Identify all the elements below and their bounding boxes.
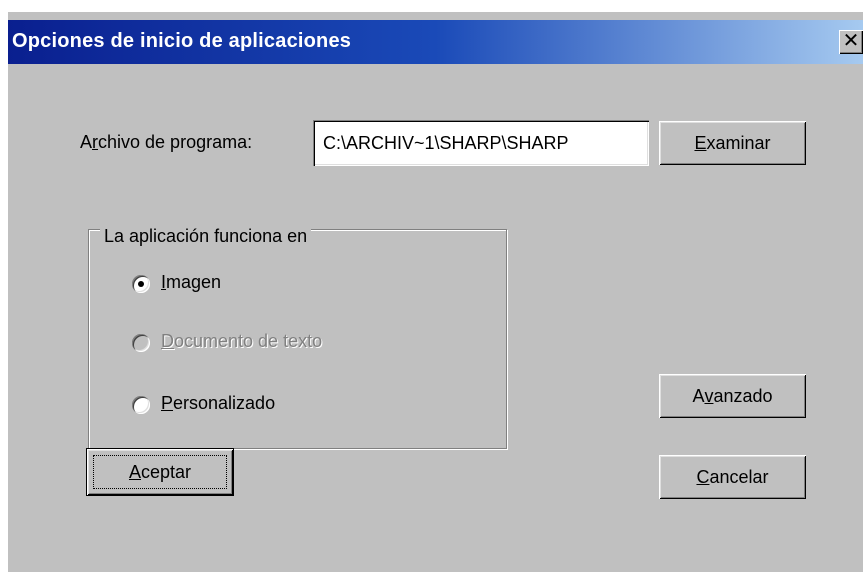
dialog-window: Opciones de inicio de aplicaciones ✕ Arc… <box>8 12 863 572</box>
close-icon: ✕ <box>842 30 860 52</box>
title-bar[interactable]: Opciones de inicio de aplicaciones ✕ <box>8 20 863 64</box>
cancel-button[interactable]: Cancelar <box>659 455 806 499</box>
program-file-input[interactable]: C:\ARCHIV~1\SHARP\SHARP <box>313 120 649 166</box>
radio-personalizado-label[interactable]: Personalizado <box>161 393 275 414</box>
browse-button-label: Examinar <box>694 133 771 153</box>
advanced-button[interactable]: Avanzado <box>659 374 806 418</box>
radio-documento-texto[interactable] <box>132 334 150 352</box>
accept-button-label: Aceptar <box>128 462 192 482</box>
radio-checked-dot <box>138 281 144 287</box>
browse-button[interactable]: Examinar <box>659 121 806 165</box>
window-title: Opciones de inicio de aplicaciones <box>12 30 352 52</box>
advanced-button-label: Avanzado <box>692 386 773 406</box>
program-file-label: Archivo de programa: <box>80 132 253 152</box>
radio-personalizado[interactable] <box>132 396 150 414</box>
radio-imagen[interactable] <box>132 275 150 293</box>
run-mode-group-title: La aplicación funciona en <box>100 226 312 247</box>
radio-imagen-label[interactable]: Imagen <box>161 272 221 293</box>
accept-button[interactable]: Aceptar <box>86 448 234 496</box>
cancel-button-label: Cancelar <box>696 467 769 487</box>
radio-documento-texto-label[interactable]: Documento de texto <box>161 331 322 352</box>
close-button[interactable]: ✕ <box>839 30 863 54</box>
